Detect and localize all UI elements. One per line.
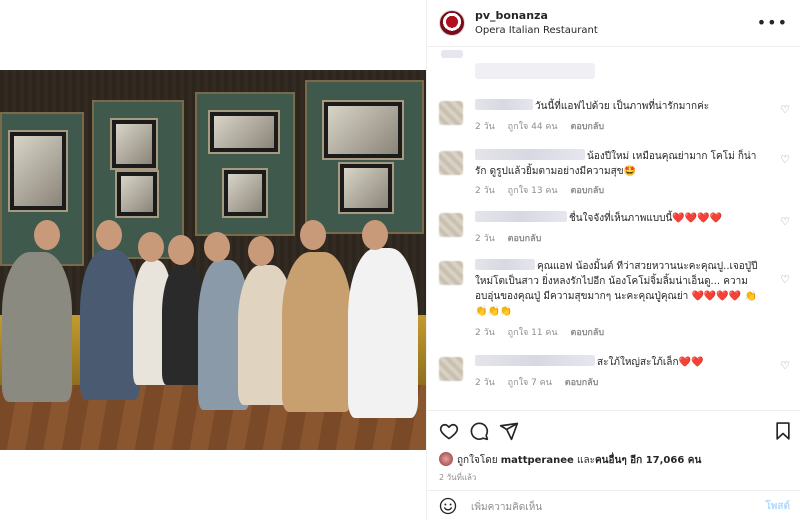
more-horizontal-icon[interactable]: ••• bbox=[757, 13, 788, 32]
blurred-username[interactable] bbox=[475, 259, 535, 270]
picture-frame bbox=[110, 118, 158, 170]
reply-button[interactable]: ตอบกลับ bbox=[570, 186, 604, 196]
comment-time[interactable]: 2 วัน bbox=[475, 186, 495, 196]
blurred-content bbox=[475, 63, 595, 79]
blurred-content bbox=[441, 50, 463, 58]
commenter-avatar[interactable] bbox=[439, 261, 463, 285]
comment-time[interactable]: 2 วัน bbox=[475, 378, 495, 388]
comment-meta: 2 วัน ถูกใจ 11 คน ตอบกลับ bbox=[475, 325, 614, 339]
heart-icon[interactable]: ♡ bbox=[780, 103, 790, 116]
photo-person-head bbox=[138, 232, 164, 262]
emoji-smile-icon[interactable] bbox=[439, 497, 457, 515]
photo-person bbox=[282, 252, 352, 412]
comment-meta: 2 วัน ถูกใจ 13 คน ตอบกลับ bbox=[475, 183, 614, 197]
comment-likes[interactable]: ถูกใจ 11 คน bbox=[508, 328, 558, 338]
picture-frame bbox=[222, 168, 268, 218]
comment-text-row: คุณแอฟ น้องมิ้นต์ ทีว่าสวยหวานนะคะคุณปู.… bbox=[475, 259, 765, 319]
comment-text-row: น้องปีใหม่ เหมือนคุณย่ามาก โคโม่ ก็น่ารั… bbox=[475, 149, 765, 179]
photo-person-head bbox=[300, 220, 326, 250]
comment-bar: โพสต์ bbox=[427, 490, 800, 521]
post-photo[interactable] bbox=[0, 70, 426, 450]
reply-button[interactable]: ตอบกลับ bbox=[570, 328, 604, 338]
picture-frame bbox=[115, 170, 159, 218]
heart-icon[interactable]: ♡ bbox=[780, 273, 790, 286]
photo-person bbox=[2, 252, 72, 402]
post-comment-button[interactable]: โพสต์ bbox=[765, 499, 790, 514]
author-avatar[interactable] bbox=[439, 10, 465, 36]
blurred-username[interactable] bbox=[475, 355, 595, 366]
comment-input[interactable] bbox=[469, 497, 753, 517]
picture-frame bbox=[8, 130, 68, 212]
blurred-username[interactable] bbox=[475, 211, 567, 222]
photo-person-head bbox=[248, 236, 274, 266]
comment-likes[interactable]: ถูกใจ 44 คน bbox=[508, 122, 558, 132]
post-header: pv_bonanza Opera Italian Restaurant ••• bbox=[427, 0, 800, 47]
photo-person-head bbox=[204, 232, 230, 262]
heart-icon[interactable]: ♡ bbox=[780, 153, 790, 166]
reply-button[interactable]: ตอบกลับ bbox=[508, 234, 542, 244]
comment-meta: 2 วัน ถูกใจ 44 คน ตอบกลับ bbox=[475, 119, 614, 133]
post-time[interactable]: 2 วันที่แล้ว bbox=[439, 471, 476, 484]
commenter-avatar[interactable] bbox=[439, 213, 463, 237]
comment-item: สะใภ้ใหญ่สะใภ้เล็ก❤️❤️ 2 วัน ถูกใจ 7 คน … bbox=[427, 353, 800, 393]
likes-middle: และ bbox=[577, 455, 595, 466]
comment-text-row: ชื่นใจจังที่เห็นภาพแบบนี้❤️❤️❤️❤️ bbox=[475, 211, 765, 226]
comment-item: คุณแอฟ น้องมิ้นต์ ทีว่าสวยหวานนะคะคุณปู.… bbox=[427, 257, 800, 342]
commenter-avatar[interactable] bbox=[439, 357, 463, 381]
comment-text: สะใภ้ใหญ่สะใภ้เล็ก❤️❤️ bbox=[597, 357, 704, 368]
likes-count[interactable]: คนอื่นๆ อีก 17,066 คน bbox=[595, 455, 701, 466]
photo-person bbox=[80, 250, 140, 400]
comment-likes[interactable]: ถูกใจ 13 คน bbox=[508, 186, 558, 196]
photo-person bbox=[348, 248, 418, 418]
comment-item: น้องปีใหม่ เหมือนคุณย่ามาก โคโม่ ก็น่ารั… bbox=[427, 147, 800, 199]
author-username[interactable]: pv_bonanza bbox=[475, 9, 548, 22]
comment-meta: 2 วัน ถูกใจ 7 คน ตอบกลับ bbox=[475, 375, 608, 389]
blurred-username[interactable] bbox=[475, 99, 533, 110]
heart-icon[interactable] bbox=[439, 421, 459, 441]
reply-button[interactable]: ตอบกลับ bbox=[565, 378, 599, 388]
comments-list: วันนี้ที่แอฟไปด้วย เป็นภาพที่น่ารักมากค่… bbox=[427, 47, 800, 410]
commenter-avatar[interactable] bbox=[439, 151, 463, 175]
comment-time[interactable]: 2 วัน bbox=[475, 234, 495, 244]
likes-prefix: ถูกใจโดย bbox=[457, 455, 498, 466]
liker-username[interactable]: mattperanee bbox=[501, 455, 574, 466]
comment-bubble-icon[interactable] bbox=[469, 421, 489, 441]
comment-time[interactable]: 2 วัน bbox=[475, 328, 495, 338]
comment-likes[interactable]: ถูกใจ 7 คน bbox=[508, 378, 552, 388]
picture-frame bbox=[322, 100, 404, 160]
comment-text: วันนี้ที่แอฟไปด้วย เป็นภาพที่น่ารักมากค่… bbox=[535, 101, 710, 112]
picture-frame bbox=[208, 110, 280, 154]
post-location[interactable]: Opera Italian Restaurant bbox=[475, 25, 598, 36]
blurred-username[interactable] bbox=[475, 149, 585, 160]
liker-avatar[interactable] bbox=[439, 452, 453, 466]
paper-plane-icon[interactable] bbox=[499, 421, 519, 441]
photo-person-head bbox=[96, 220, 122, 250]
picture-frame bbox=[338, 162, 394, 214]
comment-text-row: วันนี้ที่แอฟไปด้วย เป็นภาพที่น่ารักมากค่… bbox=[475, 99, 765, 114]
reply-button[interactable]: ตอบกลับ bbox=[570, 122, 604, 132]
comment-item: ชื่นใจจังที่เห็นภาพแบบนี้❤️❤️❤️❤️ 2 วัน … bbox=[427, 209, 800, 249]
commenter-avatar[interactable] bbox=[439, 101, 463, 125]
photo-person-head bbox=[34, 220, 60, 250]
comment-time[interactable]: 2 วัน bbox=[475, 122, 495, 132]
heart-icon[interactable]: ♡ bbox=[780, 215, 790, 228]
photo-person-head bbox=[168, 235, 194, 265]
comment-meta: 2 วัน ตอบกลับ bbox=[475, 231, 551, 245]
comment-item: วันนี้ที่แอฟไปด้วย เป็นภาพที่น่ารักมากค่… bbox=[427, 97, 800, 137]
post-media-panel bbox=[0, 0, 426, 520]
likes-summary: ถูกใจโดย mattperanee และคนอื่นๆ อีก 17,0… bbox=[439, 452, 701, 468]
photo-person-head bbox=[362, 220, 388, 250]
heart-icon[interactable]: ♡ bbox=[780, 359, 790, 372]
comment-text: ชื่นใจจังที่เห็นภาพแบบนี้❤️❤️❤️❤️ bbox=[569, 213, 723, 224]
bookmark-icon[interactable] bbox=[773, 421, 793, 441]
comment-text-row: สะใภ้ใหญ่สะใภ้เล็ก❤️❤️ bbox=[475, 355, 765, 370]
post-actions bbox=[427, 410, 800, 451]
post-sidebar: pv_bonanza Opera Italian Restaurant ••• … bbox=[426, 0, 800, 520]
